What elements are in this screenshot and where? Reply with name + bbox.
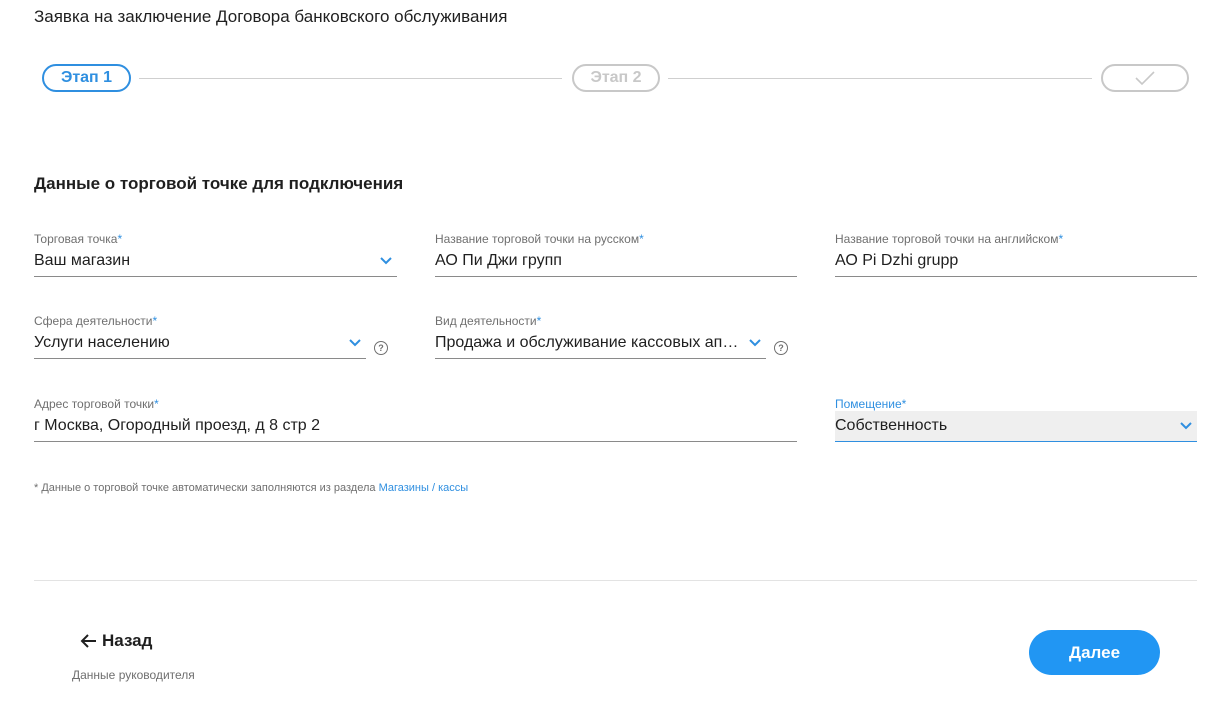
back-sublabel: Данные руководителя [72,668,195,682]
outlet-label: Торговая точка* [34,232,123,246]
arrow-left-icon [80,634,96,648]
stores-link[interactable]: Магазины / кассы [379,482,469,494]
activity-type-field: Вид деятельности* Продажа и обслуживание… [435,314,766,359]
chevron-down-icon [380,257,392,265]
activity-type-value: Продажа и обслуживание кассовых аппарато… [435,334,742,351]
divider [34,580,1197,581]
activity-type-label: Вид деятельности* [435,314,542,328]
name-ru-field: Название торговой точки на русском* АО П… [435,232,797,277]
name-ru-label: Название торговой точки на русском* [435,232,644,246]
name-en-input[interactable]: АО Pi Dzhi grupp [835,246,1197,277]
name-en-label: Название торговой точки на английском* [835,232,1064,246]
outlet-field: Торговая точка* Ваш магазин [34,232,397,277]
outlet-value: Ваш магазин [34,252,131,269]
help-icon[interactable]: ? [374,341,388,355]
step-3[interactable] [1101,64,1189,92]
address-field: Адрес торговой точки* г Москва, Огородны… [34,397,797,442]
premises-label: Помещение* [835,397,907,411]
activity-sphere-select[interactable]: Услуги населению [34,328,366,359]
outlet-select[interactable]: Ваш магазин [34,246,397,277]
premises-value: Собственность [835,417,948,434]
stepper: Этап 1 Этап 2 [42,64,1189,92]
activity-type-select[interactable]: Продажа и обслуживание кассовых аппарато… [435,328,766,359]
name-ru-input[interactable]: АО Пи Джи групп [435,246,797,277]
address-value: г Москва, Огородный проезд, д 8 стр 2 [34,417,321,434]
activity-sphere-value: Услуги населению [34,334,170,351]
autofill-note: * Данные о торговой точке автоматически … [34,482,469,494]
checkmark-icon [1135,71,1155,86]
step-line-1 [139,78,562,79]
activity-sphere-label: Сфера деятельности* [34,314,158,328]
page-title: Заявка на заключение Договора банковског… [34,7,508,26]
step-1[interactable]: Этап 1 [42,64,131,92]
premises-select[interactable]: Собственность [835,411,1197,442]
address-label: Адрес торговой точки* [34,397,159,411]
chevron-down-icon [349,339,361,347]
back-label: Назад [102,631,153,650]
section-title: Данные о торговой точке для подключения [34,174,404,193]
name-en-value: АО Pi Dzhi grupp [835,252,959,269]
chevron-down-icon [1180,422,1192,430]
name-ru-value: АО Пи Джи групп [435,252,562,269]
step-line-2 [668,78,1092,79]
help-icon[interactable]: ? [774,341,788,355]
name-en-field: Название торговой точки на английском* А… [835,232,1197,277]
activity-sphere-field: Сфера деятельности* Услуги населению [34,314,366,359]
step-2[interactable]: Этап 2 [572,64,660,92]
address-input[interactable]: г Москва, Огородный проезд, д 8 стр 2 [34,411,797,442]
premises-field: Помещение* Собственность [835,397,1197,442]
next-button[interactable]: Далее [1029,630,1160,675]
back-button[interactable]: Назад [80,631,152,651]
chevron-down-icon [749,339,761,347]
